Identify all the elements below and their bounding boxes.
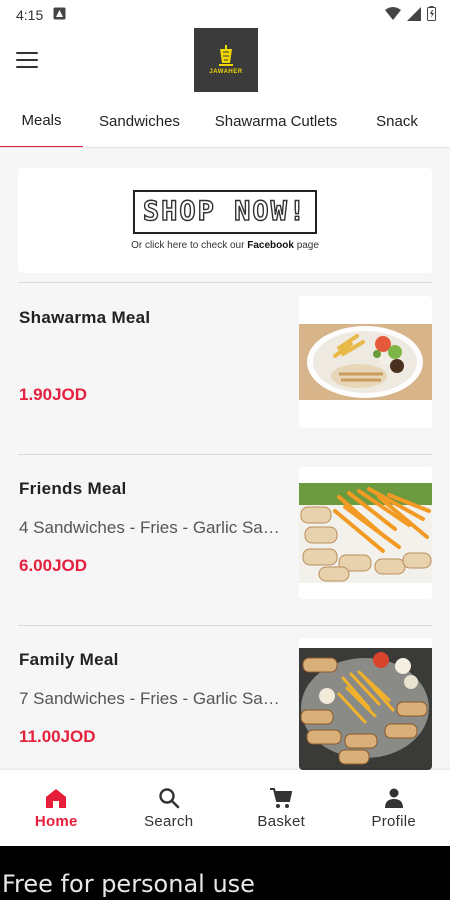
nav-basket-label: Basket [257, 812, 306, 830]
tab-meals[interactable]: Meals [0, 95, 83, 147]
item-image [299, 296, 432, 428]
person-icon [384, 788, 403, 808]
app-bar: JAWAHER [0, 28, 450, 95]
wifi-icon [385, 6, 401, 24]
item-description: 4 Sandwiches - Fries - Garlic Sauce [19, 518, 289, 537]
bottom-navigation: Home Search Basket Profile [0, 770, 450, 846]
logo: JAWAHER [194, 28, 258, 92]
nav-home[interactable]: Home [0, 770, 113, 846]
category-tabs: Meals Sandwiches Shawarma Cutlets Snack [0, 95, 450, 148]
tab-snack[interactable]: Snack [356, 95, 438, 147]
tab-shawarma-cutlets[interactable]: Shawarma Cutlets [196, 95, 356, 147]
nav-profile[interactable]: Profile [338, 770, 450, 846]
logo-text: JAWAHER [209, 69, 243, 75]
item-image [299, 638, 432, 770]
item-description: 7 Sandwiches - Fries - Garlic Sauce [19, 689, 289, 708]
status-bar: 4:15 [0, 0, 450, 30]
nav-search-label: Search [144, 812, 194, 830]
shop-now-headline: SHOP NOW! [132, 190, 318, 234]
nav-basket[interactable]: Basket [225, 770, 338, 846]
divider [18, 625, 432, 626]
nav-home-label: Home [34, 812, 78, 830]
signal-icon [407, 6, 421, 24]
item-price: 11.00JOD [19, 727, 96, 746]
nav-search[interactable]: Search [113, 770, 226, 846]
menu-item-shawarma-meal[interactable]: Shawarma Meal 1.90JOD [0, 296, 450, 442]
facebook-link[interactable]: Facebook [247, 240, 294, 251]
banner-caption: Or click here to check our Facebook page [131, 240, 319, 251]
menu-list[interactable]: SHOP NOW! Or click here to check our Fac… [0, 148, 450, 770]
notification-icon [53, 7, 66, 23]
watermark-text: Free for personal use [2, 870, 255, 898]
menu-item-friends-meal[interactable]: Friends Meal 4 Sandwiches - Fries - Garl… [0, 467, 450, 613]
watermark-bar: Free for personal use [0, 846, 450, 900]
item-price: 1.90JOD [19, 385, 88, 404]
battery-icon [427, 6, 436, 24]
shop-now-banner[interactable]: SHOP NOW! Or click here to check our Fac… [18, 168, 432, 273]
item-image [299, 467, 432, 599]
divider [18, 454, 432, 455]
item-name: Family Meal [19, 650, 119, 669]
shawarma-logo-icon [219, 45, 233, 66]
nav-profile-label: Profile [371, 812, 417, 830]
status-time: 4:15 [16, 7, 44, 23]
divider [18, 282, 432, 283]
cart-icon [270, 787, 293, 808]
menu-item-family-meal[interactable]: Family Meal 7 Sandwiches - Fries - Garli… [0, 638, 450, 770]
menu-button[interactable] [16, 52, 38, 70]
home-icon [46, 788, 67, 808]
tab-sandwiches[interactable]: Sandwiches [83, 95, 196, 147]
item-name: Shawarma Meal [19, 308, 151, 327]
item-name: Friends Meal [19, 479, 127, 498]
item-price: 6.00JOD [19, 556, 88, 575]
search-icon [159, 787, 180, 808]
hamburger-icon [16, 52, 38, 54]
